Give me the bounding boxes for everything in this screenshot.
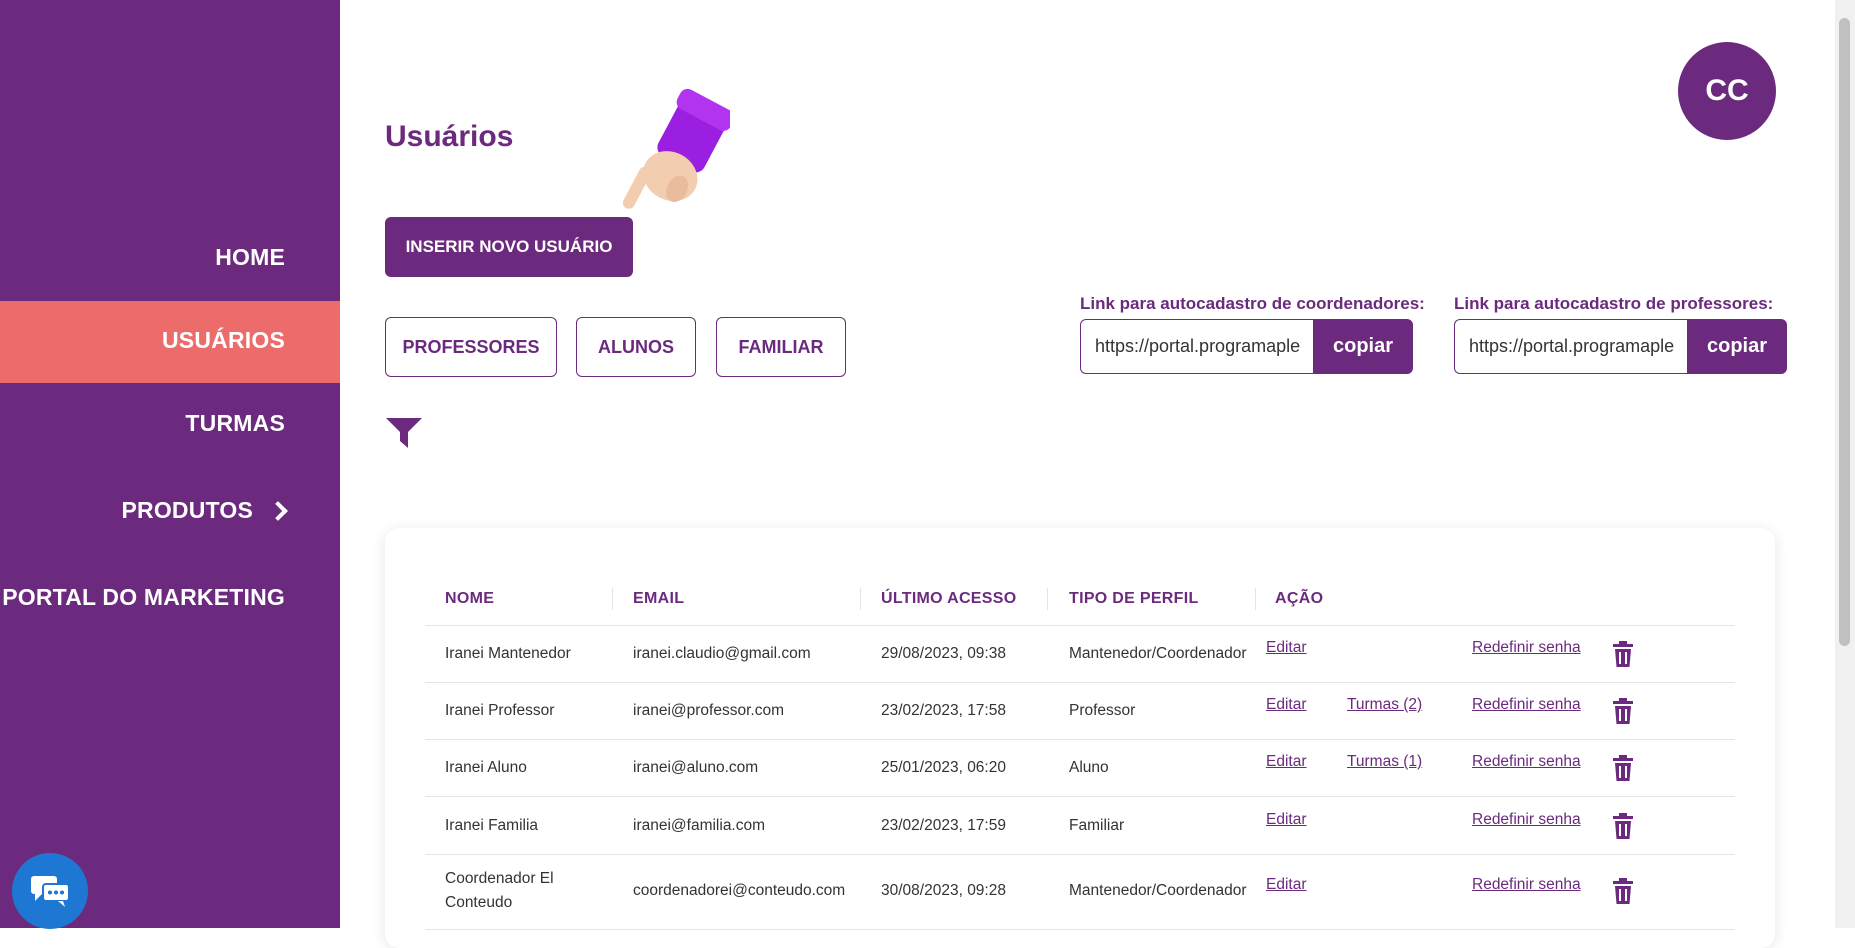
edit-link[interactable]: Editar: [1266, 876, 1307, 894]
column-separator: [860, 588, 861, 610]
trash-icon[interactable]: [1612, 641, 1634, 667]
chevron-right-icon: [268, 500, 288, 521]
column-header-nome: NOME: [445, 590, 495, 607]
reset-password-link[interactable]: Redefinir senha: [1472, 753, 1581, 771]
cell-name: Iranei Mantenedor: [445, 645, 571, 662]
insert-new-user-button[interactable]: INSERIR NOVO USUÁRIO: [385, 217, 633, 277]
sidebar-item-turmas[interactable]: TURMAS: [185, 410, 285, 437]
cell-last-access: 29/08/2023, 09:38: [881, 645, 1006, 662]
cell-profile: Aluno: [1069, 759, 1109, 776]
teachers-link-label: Link para autocadastro de professores:: [1454, 294, 1774, 313]
turmas-link[interactable]: Turmas (2): [1347, 696, 1422, 714]
filter-professores-button[interactable]: PROFESSORES: [385, 317, 557, 377]
chat-button[interactable]: [12, 853, 88, 929]
table-row: Iranei Aluno iranei@aluno.com 25/01/2023…: [425, 740, 1735, 797]
trash-icon[interactable]: [1612, 813, 1634, 839]
table-header: NOME EMAIL ÚLTIMO ACESSO TIPO DE PERFIL …: [425, 578, 1735, 626]
sidebar-item-portal-marketing[interactable]: PORTAL DO MARKETING: [2, 584, 285, 611]
filter-alunos-button[interactable]: ALUNOS: [576, 317, 696, 377]
column-separator: [1255, 588, 1256, 610]
column-header-ultimo-acesso: ÚLTIMO ACESSO: [881, 590, 1017, 607]
column-header-acao: AÇÃO: [1275, 590, 1324, 607]
cell-profile: Professor: [1069, 702, 1136, 719]
trash-icon[interactable]: [1612, 698, 1634, 724]
scrollbar-thumb[interactable]: [1839, 18, 1850, 646]
main-content: Usuários CC INSERIR NOVO USUÁRIO PROFESS…: [340, 0, 1835, 948]
reset-password-link[interactable]: Redefinir senha: [1472, 696, 1581, 714]
cell-profile: Mantenedor/Coordenador: [1069, 645, 1247, 662]
cell-profile: Familiar: [1069, 817, 1125, 834]
pointing-hand-icon: [622, 88, 730, 209]
sidebar-item-label: USUÁRIOS: [161, 327, 285, 353]
sidebar-item-label: PORTAL DO MARKETING: [2, 584, 285, 610]
copy-coordinators-link-button[interactable]: copiar: [1313, 319, 1413, 374]
reset-password-link[interactable]: Redefinir senha: [1472, 876, 1581, 894]
sidebar-item-usuarios[interactable]: USUÁRIOS: [162, 327, 285, 354]
cell-name: Coordenador El Conteudo: [445, 870, 554, 911]
users-table-card: NOME EMAIL ÚLTIMO ACESSO TIPO DE PERFIL …: [385, 528, 1775, 948]
coordinators-link-group: Link para autocadastro de coordenadores:…: [1080, 294, 1425, 374]
avatar-initials: CC: [1705, 74, 1749, 107]
column-separator: [612, 588, 613, 610]
coordinators-link-label: Link para autocadastro de coordenadores:: [1080, 294, 1425, 313]
table-row: Iranei Mantenedor iranei.claudio@gmail.c…: [425, 626, 1735, 683]
cell-email: coordenadorei@conteudo.com: [633, 882, 846, 899]
sidebar-item-produtos[interactable]: PRODUTOS: [121, 497, 288, 524]
cell-email: iranei@professor.com: [633, 702, 784, 719]
edit-link[interactable]: Editar: [1266, 753, 1307, 771]
edit-link[interactable]: Editar: [1266, 696, 1307, 714]
trash-icon[interactable]: [1612, 878, 1634, 904]
cell-name: Iranei Professor: [445, 702, 555, 719]
filter-familiar-button[interactable]: FAMILIAR: [716, 317, 846, 377]
teachers-link-field[interactable]: https://portal.programaple: [1454, 319, 1687, 374]
edit-link[interactable]: Editar: [1266, 639, 1307, 657]
sidebar-item-label: HOME: [215, 244, 285, 270]
table-row: Iranei Professor iranei@professor.com 23…: [425, 683, 1735, 740]
table-row: Iranei Familia iranei@familia.com 23/02/…: [425, 797, 1735, 855]
cell-last-access: 23/02/2023, 17:59: [881, 817, 1006, 834]
column-header-email: EMAIL: [633, 590, 685, 607]
cell-profile: Mantenedor/Coordenador: [1069, 882, 1247, 899]
sidebar-item-label: TURMAS: [185, 410, 285, 436]
cell-email: iranei.claudio@gmail.com: [633, 645, 811, 662]
turmas-link[interactable]: Turmas (1): [1347, 753, 1422, 771]
coordinators-link-field[interactable]: https://portal.programaple: [1080, 319, 1313, 374]
column-header-tipo-perfil: TIPO DE PERFIL: [1069, 590, 1199, 607]
page-title: Usuários: [385, 120, 514, 153]
sidebar-item-home[interactable]: HOME: [215, 244, 285, 271]
trash-icon[interactable]: [1612, 755, 1634, 781]
funnel-icon[interactable]: [385, 417, 423, 449]
avatar[interactable]: CC: [1678, 42, 1776, 140]
cell-email: iranei@familia.com: [633, 817, 766, 834]
cell-last-access: 25/01/2023, 06:20: [881, 759, 1006, 776]
reset-password-link[interactable]: Redefinir senha: [1472, 811, 1581, 829]
copy-teachers-link-button[interactable]: copiar: [1687, 319, 1787, 374]
teachers-link-group: Link para autocadastro de professores: h…: [1454, 294, 1787, 374]
chat-bubble-icon: [31, 876, 70, 907]
table-row: Coordenador El Conteudo coordenadorei@co…: [425, 855, 1735, 930]
edit-link[interactable]: Editar: [1266, 811, 1307, 829]
cell-name: Iranei Aluno: [445, 759, 527, 776]
column-separator: [1047, 588, 1048, 610]
sidebar-item-label: PRODUTOS: [121, 497, 253, 523]
cell-last-access: 23/02/2023, 17:58: [881, 702, 1006, 719]
sidebar: HOME USUÁRIOS TURMAS PRODUTOS PORTAL DO …: [0, 0, 340, 929]
reset-password-link[interactable]: Redefinir senha: [1472, 639, 1581, 657]
cell-email: iranei@aluno.com: [633, 759, 759, 776]
cell-name: Iranei Familia: [445, 817, 539, 834]
cell-last-access: 30/08/2023, 09:28: [881, 882, 1006, 899]
